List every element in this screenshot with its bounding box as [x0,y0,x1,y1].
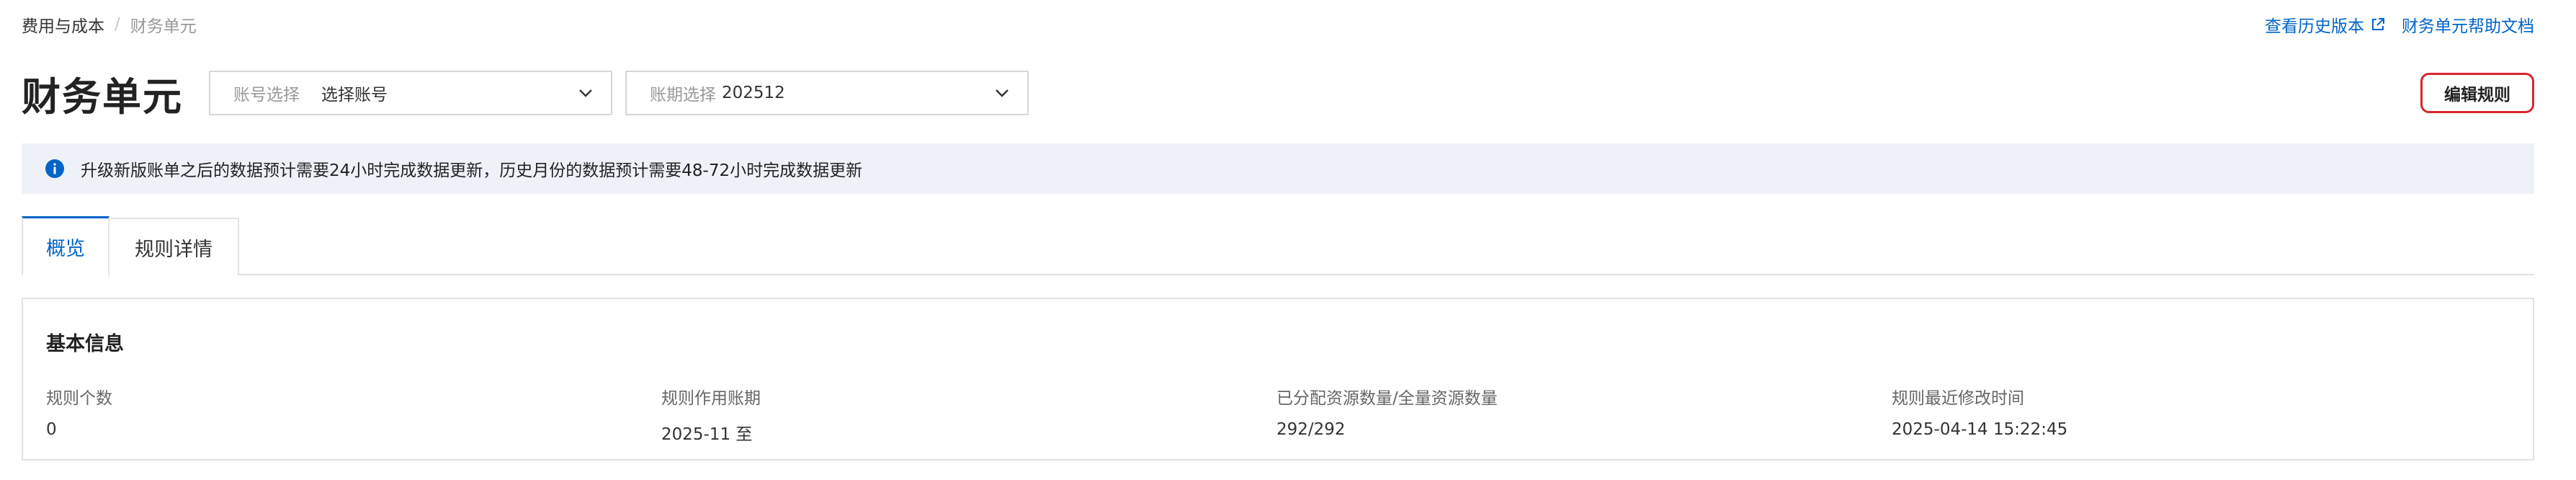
tab-bar: 概览 规则详情 [22,216,2534,275]
stat-resource-count: 已分配资源数量/全量资源数量 292/292 [1276,384,1892,445]
top-links: 查看历史版本 财务单元帮助文档 [2265,12,2534,37]
period-select-label: 账期选择 [650,86,716,105]
period-select-value: 202512 [722,84,785,102]
stat-label: 规则个数 [46,389,112,408]
info-notice: 升级新版账单之后的数据预计需要24小时完成数据更新，历史月份的数据预计需要48-… [22,143,2534,194]
edit-rules-button[interactable]: 编辑规则 [2420,73,2534,113]
help-doc-link[interactable]: 财务单元帮助文档 [2402,12,2534,37]
stat-rule-count: 规则个数 0 [46,384,661,445]
info-icon [45,159,64,178]
finance-unit-page: 费用与成本 / 财务单元 查看历史版本 财务单元帮助文档 财务单元 账号选择 选… [0,0,2576,480]
breadcrumb-cost-link[interactable]: 费用与成本 [22,12,104,37]
breadcrumb-separator: / [115,15,120,34]
external-link-icon [2372,18,2384,30]
stat-label: 规则作用账期 [661,389,761,408]
header-row: 财务单元 账号选择 选择账号 账期选择 202512 编辑规则 [22,69,2534,120]
basic-info-card: 基本信息 规则个数 0 规则作用账期 2025-11 至 已分配资源数量/全量资… [22,298,2534,461]
stat-value: 2025-11 至 [661,425,753,444]
stat-label: 已分配资源数量/全量资源数量 [1276,389,1498,408]
breadcrumb-current: 财务单元 [130,17,197,36]
history-version-label: 查看历史版本 [2265,17,2364,36]
basic-info-stats: 规则个数 0 规则作用账期 2025-11 至 已分配资源数量/全量资源数量 2… [46,384,2510,445]
breadcrumb: 费用与成本 / 财务单元 [22,12,197,37]
notice-text: 升级新版账单之后的数据预计需要24小时完成数据更新，历史月份的数据预计需要48-… [81,161,863,180]
tab-overview[interactable]: 概览 [22,216,109,275]
stat-value: 0 [46,420,57,439]
chevron-down-icon [996,89,1009,97]
stat-value: 2025-04-14 15:22:45 [1892,420,2068,439]
stat-value: 292/292 [1276,420,1346,439]
stat-label: 规则最近修改时间 [1892,389,2024,408]
tab-rule-details[interactable]: 规则详情 [109,218,239,275]
stat-last-modified: 规则最近修改时间 2025-04-14 15:22:45 [1892,384,2507,445]
account-select-value: 选择账号 [321,86,388,105]
page-title: 财务单元 [22,74,183,120]
account-select[interactable]: 账号选择 选择账号 [209,71,612,115]
account-select-label: 账号选择 [233,86,300,105]
chevron-down-icon [579,89,592,97]
stat-rule-period: 规则作用账期 2025-11 至 [661,384,1276,445]
period-select[interactable]: 账期选择 202512 [625,71,1029,115]
history-version-link[interactable]: 查看历史版本 [2265,12,2386,37]
top-bar: 费用与成本 / 财务单元 查看历史版本 财务单元帮助文档 [22,12,2534,37]
basic-info-title: 基本信息 [46,333,124,355]
